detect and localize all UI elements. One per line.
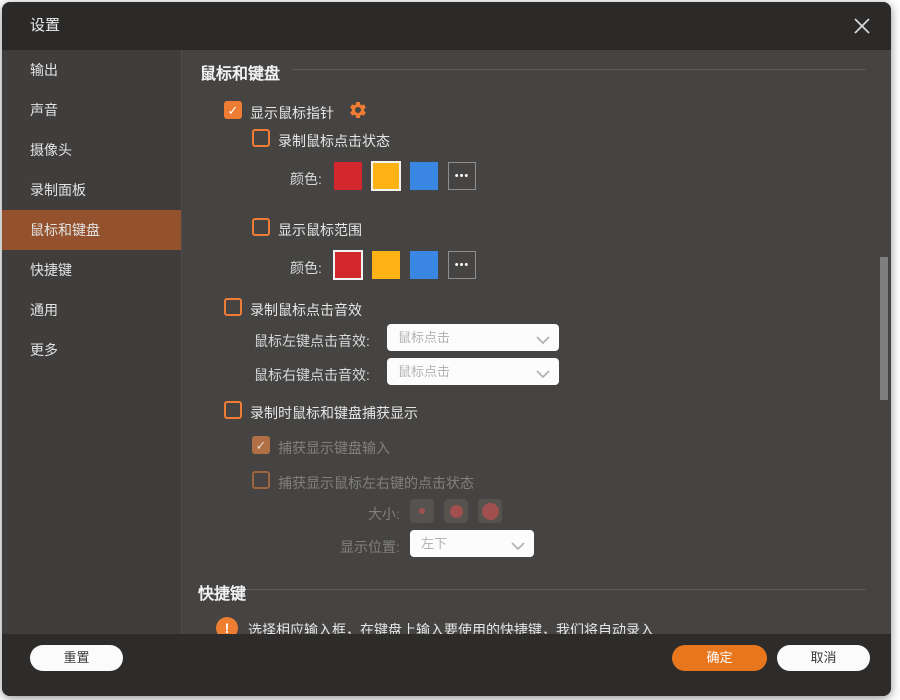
- click-color-yellow-swatch[interactable]: [372, 162, 400, 190]
- footer-bar: 重置 确定 取消: [2, 634, 891, 696]
- hotkey-info-text: 选择相应输入框，在键盘上输入要使用的快捷键，我们将自动录入: [248, 620, 654, 634]
- show-range-checkbox[interactable]: [252, 218, 270, 236]
- range-color-label: 颜色:: [290, 258, 322, 278]
- range-color-blue-swatch[interactable]: [410, 251, 438, 279]
- size-large-button[interactable]: [478, 499, 502, 523]
- record-click-sound-label: 录制鼠标点击音效: [250, 300, 362, 320]
- record-click-state-label: 录制鼠标点击状态: [278, 131, 390, 151]
- cancel-button[interactable]: 取消: [777, 645, 870, 671]
- ok-button[interactable]: 确定: [672, 645, 767, 671]
- chevron-down-icon: [536, 366, 550, 384]
- capture-mouse-buttons-label: 捕获显示鼠标左右键的点击状态: [278, 473, 474, 493]
- size-small-dot: [419, 508, 425, 514]
- gear-icon[interactable]: [348, 100, 368, 120]
- sidebar-item-general[interactable]: 通用: [2, 290, 181, 330]
- position-dropdown[interactable]: 左下: [410, 530, 534, 557]
- scrollbar-thumb[interactable]: [880, 257, 888, 400]
- position-label: 显示位置:: [340, 537, 400, 557]
- sidebar-item-camera[interactable]: 摄像头: [2, 130, 181, 170]
- range-color-yellow-swatch[interactable]: [372, 251, 400, 279]
- size-medium-button[interactable]: [444, 499, 468, 523]
- check-icon: ✓: [228, 103, 239, 118]
- section-title-mouse-keyboard: 鼠标和键盘: [200, 60, 280, 84]
- click-color-blue-swatch[interactable]: [410, 162, 438, 190]
- info-icon: !: [216, 617, 238, 634]
- right-sound-dropdown[interactable]: 鼠标点击: [387, 358, 559, 385]
- settings-dialog: 设置 输出 声音 摄像头 录制面板 鼠标和键盘 快捷键 通用 更多 鼠标和键盘 …: [2, 2, 891, 696]
- right-sound-label: 鼠标右键点击音效:: [254, 365, 370, 385]
- click-color-red-swatch[interactable]: [334, 162, 362, 190]
- sidebar-item-mouse-keyboard[interactable]: 鼠标和键盘: [2, 210, 181, 250]
- right-sound-value: 鼠标点击: [398, 358, 450, 385]
- settings-content: 鼠标和键盘 ✓ 显示鼠标指针 录制鼠标点击状态 颜色: ••• 显示鼠标范围 颜…: [182, 50, 891, 634]
- size-label: 大小:: [368, 504, 400, 524]
- sidebar-item-sound[interactable]: 声音: [2, 90, 181, 130]
- capture-keyboard-checkbox[interactable]: ✓: [252, 436, 270, 454]
- show-pointer-checkbox[interactable]: ✓: [224, 101, 242, 119]
- click-color-label: 颜色:: [290, 169, 322, 189]
- capture-mouse-buttons-checkbox[interactable]: [252, 471, 270, 489]
- section-divider: [292, 69, 866, 70]
- sidebar-item-more[interactable]: 更多: [2, 330, 181, 370]
- close-icon[interactable]: [851, 15, 873, 37]
- size-medium-dot: [450, 505, 463, 518]
- show-range-label: 显示鼠标范围: [278, 220, 362, 240]
- range-color-more-button[interactable]: •••: [448, 251, 476, 279]
- left-sound-label: 鼠标左键点击音效:: [254, 331, 370, 351]
- sidebar-item-output[interactable]: 输出: [2, 50, 181, 90]
- capture-display-checkbox[interactable]: [224, 401, 242, 419]
- sidebar-item-recording-panel[interactable]: 录制面板: [2, 170, 181, 210]
- reset-button[interactable]: 重置: [30, 645, 123, 671]
- record-click-state-checkbox[interactable]: [252, 129, 270, 147]
- size-large-dot: [482, 503, 499, 520]
- check-icon: ✓: [256, 438, 267, 453]
- title-bar: 设置: [2, 2, 891, 50]
- record-click-sound-checkbox[interactable]: [224, 298, 242, 316]
- capture-display-label: 录制时鼠标和键盘捕获显示: [250, 403, 418, 423]
- click-color-more-button[interactable]: •••: [448, 162, 476, 190]
- capture-keyboard-label: 捕获显示键盘输入: [278, 438, 390, 458]
- position-value: 左下: [421, 530, 447, 557]
- chevron-down-icon: [536, 332, 550, 350]
- range-color-red-swatch[interactable]: [334, 251, 362, 279]
- section-title-hotkeys: 快捷键: [198, 580, 246, 604]
- sidebar-item-hotkeys[interactable]: 快捷键: [2, 250, 181, 290]
- left-sound-value: 鼠标点击: [398, 324, 450, 351]
- section-divider: [246, 589, 866, 590]
- dialog-title: 设置: [30, 2, 60, 50]
- size-small-button[interactable]: [410, 499, 434, 523]
- show-pointer-label: 显示鼠标指针: [250, 103, 334, 123]
- chevron-down-icon: [511, 538, 525, 556]
- left-sound-dropdown[interactable]: 鼠标点击: [387, 324, 559, 351]
- sidebar: 输出 声音 摄像头 录制面板 鼠标和键盘 快捷键 通用 更多: [2, 50, 182, 634]
